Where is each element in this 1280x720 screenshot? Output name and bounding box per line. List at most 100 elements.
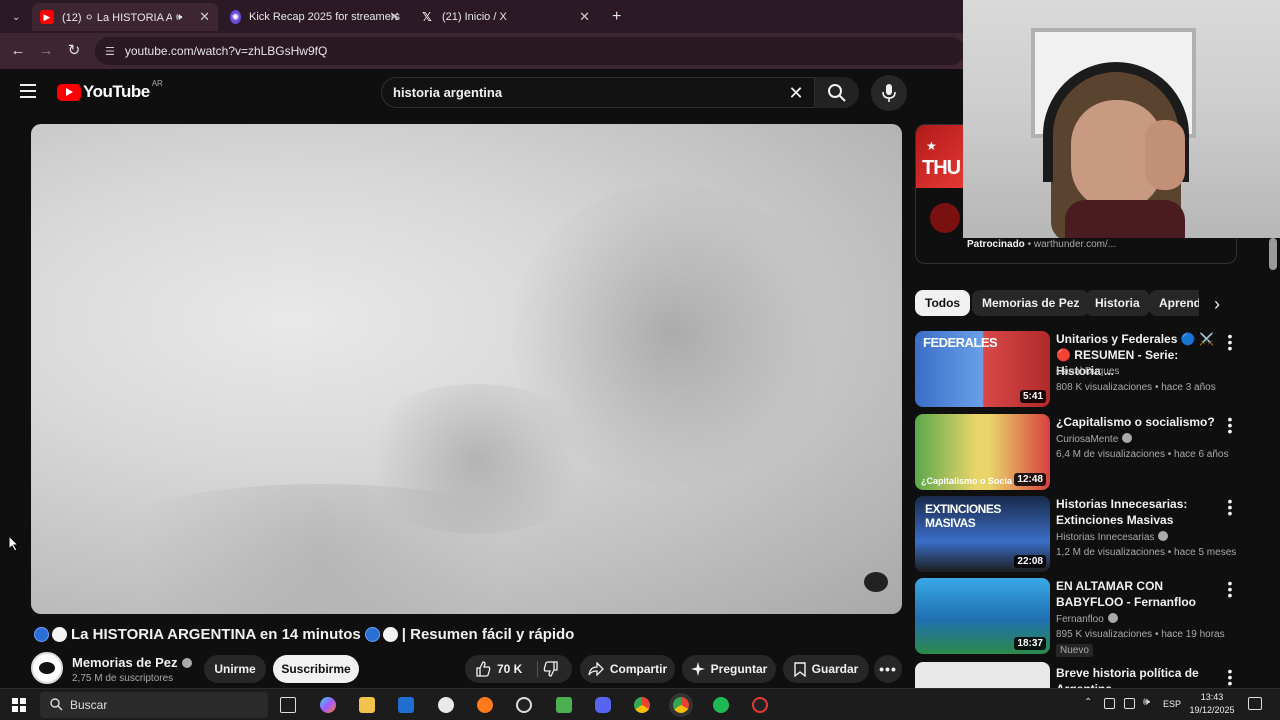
recommendation-meta: 808 K visualizaciones • hace 3 años	[1056, 382, 1216, 393]
tab-youtube[interactable]: ▶ (12) ⚪ La HISTORIA ARG 🕪 ✕	[32, 3, 218, 31]
tab-search-button[interactable]: ⌄	[4, 3, 28, 31]
white-circle-emoji-icon	[382, 627, 398, 642]
back-arrow-icon[interactable]: ←	[8, 41, 28, 61]
word-pad-icon[interactable]	[438, 697, 454, 713]
video-title-suffix: | Resumen fácil y rápido	[401, 626, 575, 643]
search-input[interactable]: historia argentina	[381, 77, 815, 108]
chrome-active-icon[interactable]	[673, 697, 689, 713]
list-item[interactable]: FEDERALES 5:41 Unitarios y Federales 🔵 ⚔…	[915, 329, 1255, 407]
recommendation-channel[interactable]: Canal Duques	[1056, 366, 1119, 377]
recommendation-channel[interactable]: CuriosaMente	[1056, 433, 1133, 445]
video-thumbnail[interactable]: ¿Capitalismo o Socia 12:48	[915, 414, 1050, 490]
video-thumbnail[interactable]	[915, 662, 1050, 688]
video-thumbnail[interactable]: FEDERALES 5:41	[915, 331, 1050, 407]
ad-thumb-text: THU	[922, 157, 961, 179]
copilot-icon[interactable]	[320, 697, 336, 713]
new-tab-button[interactable]: +	[604, 3, 626, 31]
recommendation-channel[interactable]: Fernanfloo	[1056, 613, 1118, 625]
list-item[interactable]: Breve historia política de Argentina •••	[915, 662, 1255, 688]
search-button[interactable]	[815, 77, 859, 108]
channel-name[interactable]: Memorias de Pez	[72, 655, 192, 670]
dislike-button[interactable]	[543, 661, 565, 680]
recording-app-icon[interactable]	[752, 697, 768, 713]
close-tab-icon[interactable]: ✕	[199, 9, 210, 25]
search-value: historia argentina	[393, 85, 503, 100]
sidebar-scrollbar[interactable]	[1269, 238, 1277, 270]
chevron-up-icon[interactable]: ⌃	[1084, 697, 1092, 708]
chevron-right-icon[interactable]: ›	[1203, 290, 1231, 318]
speaker-icon[interactable]: 🕪	[176, 12, 182, 23]
voice-search-button[interactable]	[871, 75, 907, 111]
thumb-text: ¿Capitalismo o Socia	[921, 476, 1013, 486]
tab-kick[interactable]: ✺ Kick Recap 2025 for streamers ✕	[222, 3, 408, 31]
chip-aprend[interactable]: Aprend	[1149, 290, 1199, 316]
channel-watermark-icon[interactable]	[864, 572, 888, 592]
kick-favicon-icon: ✺	[230, 10, 241, 24]
list-item[interactable]: 18:37 EN ALTAMAR CON BABYFLOO - Fernanfl…	[915, 576, 1255, 657]
close-tab-icon[interactable]: ✕	[389, 9, 400, 25]
recommendation-title[interactable]: Historias Innecesarias: Extinciones Masi…	[1056, 496, 1221, 528]
clear-search-icon[interactable]: ✕	[786, 83, 806, 103]
microsoft-store-icon[interactable]	[398, 697, 414, 713]
chip-historia[interactable]: Historia	[1085, 290, 1150, 316]
close-tab-icon[interactable]: ✕	[579, 9, 590, 25]
join-button[interactable]: Unirme	[204, 655, 266, 683]
reload-icon[interactable]: ↻	[64, 41, 84, 61]
menu-hamburger-icon[interactable]	[20, 84, 36, 98]
more-vertical-icon[interactable]: • • •	[1223, 494, 1237, 520]
network-icon[interactable]	[1124, 698, 1135, 709]
thumbs-down-icon	[543, 661, 558, 677]
more-vertical-icon[interactable]: • • •	[1223, 329, 1237, 355]
list-item[interactable]: EXTINCIONES MASIVAS 22:08 Historias Inne…	[915, 494, 1255, 572]
volume-icon[interactable]: 🕪	[1143, 696, 1150, 709]
thumb-text: EXTINCIONES MASIVAS	[925, 502, 1001, 530]
ad-domain: • warthunder.com/...	[1027, 239, 1117, 250]
windows-start-icon[interactable]	[12, 698, 26, 712]
tab-x[interactable]: 𝕏 (21) Inicio / X ✕	[412, 3, 598, 31]
advertiser-logo[interactable]	[930, 203, 960, 233]
file-explorer-icon[interactable]	[359, 697, 375, 713]
list-item[interactable]: ¿Capitalismo o Socia 12:48 ¿Capitalismo …	[915, 412, 1255, 490]
input-language[interactable]: ESP	[1163, 699, 1181, 709]
thumbs-up-icon	[476, 661, 491, 677]
more-actions-button[interactable]: •••	[874, 655, 902, 683]
recommendation-title[interactable]: EN ALTAMAR CON BABYFLOO - Fernanfloo	[1056, 578, 1221, 610]
obs-icon[interactable]	[516, 697, 532, 713]
divider	[537, 661, 538, 677]
task-view-icon[interactable]	[280, 697, 296, 713]
minecraft-icon[interactable]	[556, 697, 572, 713]
like-button[interactable]: 70 K	[475, 661, 522, 677]
taskbar-search-input[interactable]: Buscar	[40, 692, 268, 718]
tray-app-icon[interactable]	[1104, 698, 1115, 709]
notifications-icon[interactable]	[1248, 697, 1262, 710]
sparkle-icon	[690, 662, 705, 676]
discord-icon[interactable]	[595, 697, 611, 713]
sponsored-label: Patrocinado	[967, 239, 1025, 250]
more-vertical-icon[interactable]: • • •	[1223, 576, 1237, 602]
ad-thumbnail[interactable]: ★ THU	[916, 125, 964, 188]
video-player[interactable]	[31, 124, 902, 614]
video-thumbnail[interactable]: 18:37	[915, 578, 1050, 654]
site-info-icon[interactable]: ☰	[105, 45, 115, 58]
address-bar[interactable]: ☰ youtube.com/watch?v=zhLBGsHw9fQ	[95, 37, 965, 65]
recommendation-title[interactable]: Breve historia política de Argentina	[1056, 665, 1221, 688]
share-button[interactable]: Compartir	[580, 655, 675, 683]
ask-button[interactable]: Preguntar	[682, 655, 776, 683]
subscribe-button[interactable]: Suscribirme	[273, 655, 359, 683]
chrome-icon[interactable]	[634, 697, 650, 713]
chip-todos[interactable]: Todos	[915, 290, 971, 316]
webcam-person-hand	[1145, 120, 1185, 190]
video-thumbnail[interactable]: EXTINCIONES MASIVAS 22:08	[915, 496, 1050, 572]
recommendation-title[interactable]: ¿Capitalismo o socialismo?	[1056, 414, 1221, 430]
more-vertical-icon[interactable]: • • •	[1223, 664, 1237, 688]
forward-arrow-icon[interactable]: →	[36, 41, 56, 61]
channel-avatar[interactable]	[31, 652, 63, 684]
more-vertical-icon[interactable]: • • •	[1223, 412, 1237, 438]
sun-app-icon[interactable]	[477, 697, 493, 713]
recommendation-channel[interactable]: Historias Innecesarias	[1056, 531, 1169, 543]
youtube-logo[interactable]: YouTube AR	[57, 79, 163, 102]
spotify-icon[interactable]	[713, 697, 729, 713]
taskbar-clock[interactable]: 13:43 19/12/2025	[1186, 691, 1238, 717]
chip-memorias-de-pez[interactable]: Memorias de Pez	[972, 290, 1090, 316]
save-button[interactable]: Guardar	[783, 655, 869, 683]
